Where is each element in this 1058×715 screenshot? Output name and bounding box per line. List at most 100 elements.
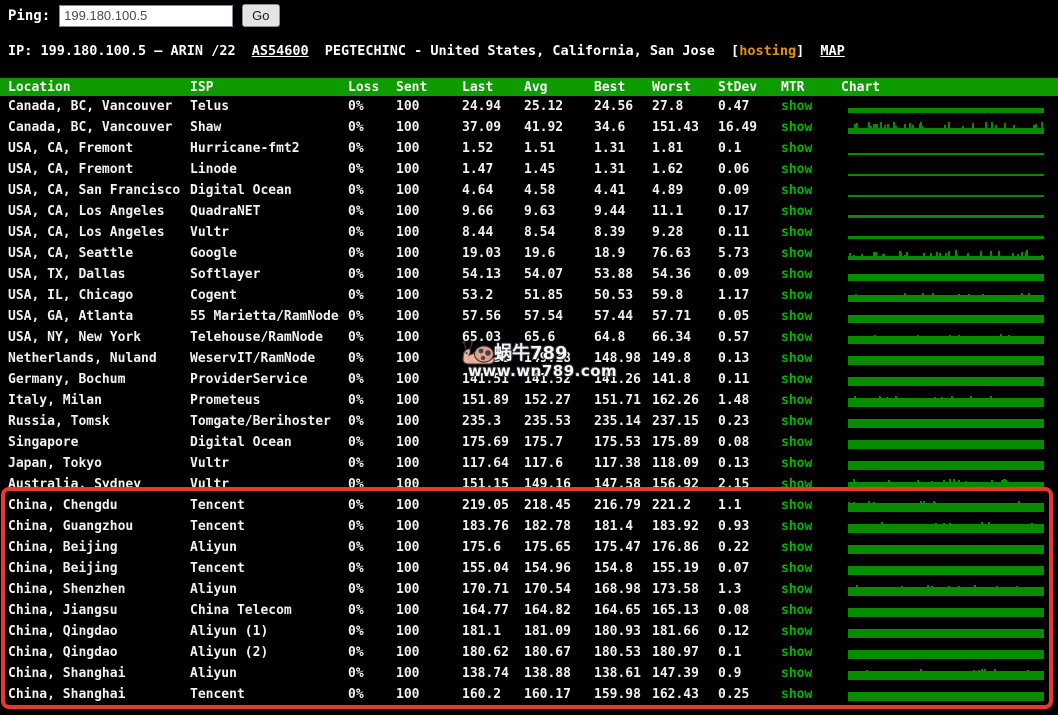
- cell-loss: 0%: [348, 435, 364, 450]
- cell-loss: 0%: [348, 645, 364, 660]
- mtr-show-link[interactable]: show: [781, 477, 812, 492]
- table-row: China, Qingdao Aliyun (2) 0% 100 180.62 180.6…: [0, 642, 1058, 663]
- cell-sent: 100: [396, 519, 420, 534]
- cell-location: Germany, Bochum: [8, 372, 126, 387]
- header-stdev: StDev: [718, 79, 758, 95]
- cell-best: 168.98: [594, 582, 641, 597]
- cell-isp: Hurricane-fmt2: [190, 141, 300, 156]
- cell-last: 181.1: [462, 624, 502, 639]
- cell-location: China, Qingdao: [8, 624, 118, 639]
- cell-mtr: show: [781, 687, 841, 702]
- latency-sparkline: [841, 411, 1058, 432]
- cell-worst: 165.13: [652, 603, 699, 618]
- mtr-show-link[interactable]: show: [781, 246, 812, 261]
- ping-input[interactable]: [59, 4, 234, 27]
- cell-loss: 0%: [348, 687, 364, 702]
- latency-sparkline: [841, 642, 1058, 663]
- mtr-show-link[interactable]: show: [781, 435, 812, 450]
- mtr-show-link[interactable]: show: [781, 288, 812, 303]
- go-button[interactable]: Go: [242, 4, 280, 27]
- cell-isp: Vultr: [190, 477, 230, 492]
- mtr-show-link[interactable]: show: [781, 498, 812, 513]
- cell-best: 1.31: [594, 162, 626, 177]
- cell-loss: 0%: [348, 603, 364, 618]
- cell-location: Netherlands, Nuland: [8, 351, 157, 366]
- cell-worst: 183.92: [652, 519, 699, 534]
- cell-stdev: 0.13: [718, 351, 750, 366]
- mtr-show-link[interactable]: show: [781, 372, 812, 387]
- table-row: USA, NY, New York Telehouse/RamNode 0% 100 6…: [0, 327, 1058, 348]
- cell-stdev: 0.11: [718, 225, 750, 240]
- cell-isp: WeservIT/RamNode: [190, 351, 316, 366]
- latency-sparkline: [841, 117, 1058, 138]
- cell-loss: 0%: [348, 582, 364, 597]
- cell-worst: 162.26: [652, 393, 699, 408]
- cell-location: Italy, Milan: [8, 393, 102, 408]
- cell-best: 53.88: [594, 267, 634, 282]
- mtr-show-link[interactable]: show: [781, 666, 812, 681]
- mtr-show-link[interactable]: show: [781, 582, 812, 597]
- mtr-show-link[interactable]: show: [781, 225, 812, 240]
- cell-avg: 182.78: [524, 519, 571, 534]
- cell-avg: 51.85: [524, 288, 564, 303]
- cell-sent: 100: [396, 456, 420, 471]
- cell-location: China, Qingdao: [8, 645, 118, 660]
- mtr-show-link[interactable]: show: [781, 267, 812, 282]
- mtr-show-link[interactable]: show: [781, 330, 812, 345]
- mtr-show-link[interactable]: show: [781, 414, 812, 429]
- table-body: Canada, BC, Vancouver Telus 0% 100 24.94 25.1…: [0, 96, 1058, 705]
- cell-stdev: 2.15: [718, 477, 750, 492]
- mtr-show-link[interactable]: show: [781, 687, 812, 702]
- mtr-show-link[interactable]: show: [781, 540, 812, 555]
- mtr-show-link[interactable]: show: [781, 120, 812, 135]
- cell-last: 141.51: [462, 372, 509, 387]
- cell-last: 65.03: [462, 330, 502, 345]
- mtr-show-link[interactable]: show: [781, 519, 812, 534]
- cell-worst: 181.66: [652, 624, 699, 639]
- cell-last: 235.3: [462, 414, 502, 429]
- mtr-show-link[interactable]: show: [781, 624, 812, 639]
- ping-results-table: Location ISP Loss Sent Last Avg Best Worst StDev…: [0, 78, 1058, 705]
- mtr-show-link[interactable]: show: [781, 393, 812, 408]
- ping-bar: Ping: Go: [8, 4, 280, 27]
- cell-last: 164.77: [462, 603, 509, 618]
- asn-link[interactable]: AS54600: [252, 43, 309, 59]
- mtr-show-link[interactable]: show: [781, 561, 812, 576]
- mtr-show-link[interactable]: show: [781, 204, 812, 219]
- cell-worst: 221.2: [652, 498, 692, 513]
- latency-sparkline: [841, 222, 1058, 243]
- cell-last: 138.74: [462, 666, 509, 681]
- mtr-show-link[interactable]: show: [781, 141, 812, 156]
- table-row: China, Shanghai Tencent 0% 100 160.2 160.17 15…: [0, 684, 1058, 705]
- mtr-show-link[interactable]: show: [781, 351, 812, 366]
- cell-location: USA, CA, Fremont: [8, 141, 134, 156]
- mtr-show-link[interactable]: show: [781, 645, 812, 660]
- mtr-show-link[interactable]: show: [781, 162, 812, 177]
- cell-last: 117.64: [462, 456, 509, 471]
- mtr-show-link[interactable]: show: [781, 603, 812, 618]
- table-row: USA, CA, Los Angeles Vultr 0% 100 8.44 8.54 8.…: [0, 222, 1058, 243]
- cell-mtr: show: [781, 204, 841, 219]
- cell-avg: 175.7: [524, 435, 564, 450]
- map-link[interactable]: MAP: [820, 43, 844, 59]
- header-chart: Chart: [841, 79, 881, 95]
- cell-last: 57.56: [462, 309, 502, 324]
- latency-sparkline: [841, 453, 1058, 474]
- cell-mtr: show: [781, 540, 841, 555]
- cell-sent: 100: [396, 666, 420, 681]
- cell-best: 141.26: [594, 372, 641, 387]
- cell-avg: 180.67: [524, 645, 571, 660]
- cell-isp: 55 Marietta/RamNode: [190, 309, 339, 324]
- cell-worst: 173.58: [652, 582, 699, 597]
- cell-location: China, Beijing: [8, 540, 118, 555]
- mtr-show-link[interactable]: show: [781, 456, 812, 471]
- cell-last: 24.94: [462, 99, 502, 114]
- table-row: Japan, Tokyo Vultr 0% 100 117.64 117.6 117.38 1…: [0, 453, 1058, 474]
- mtr-show-link[interactable]: show: [781, 309, 812, 324]
- mtr-show-link[interactable]: show: [781, 183, 812, 198]
- table-row: China, Beijing Tencent 0% 100 155.04 154.96 15…: [0, 558, 1058, 579]
- cell-loss: 0%: [348, 162, 364, 177]
- mtr-show-link[interactable]: show: [781, 99, 812, 114]
- cell-stdev: 0.06: [718, 162, 750, 177]
- cell-sent: 100: [396, 582, 420, 597]
